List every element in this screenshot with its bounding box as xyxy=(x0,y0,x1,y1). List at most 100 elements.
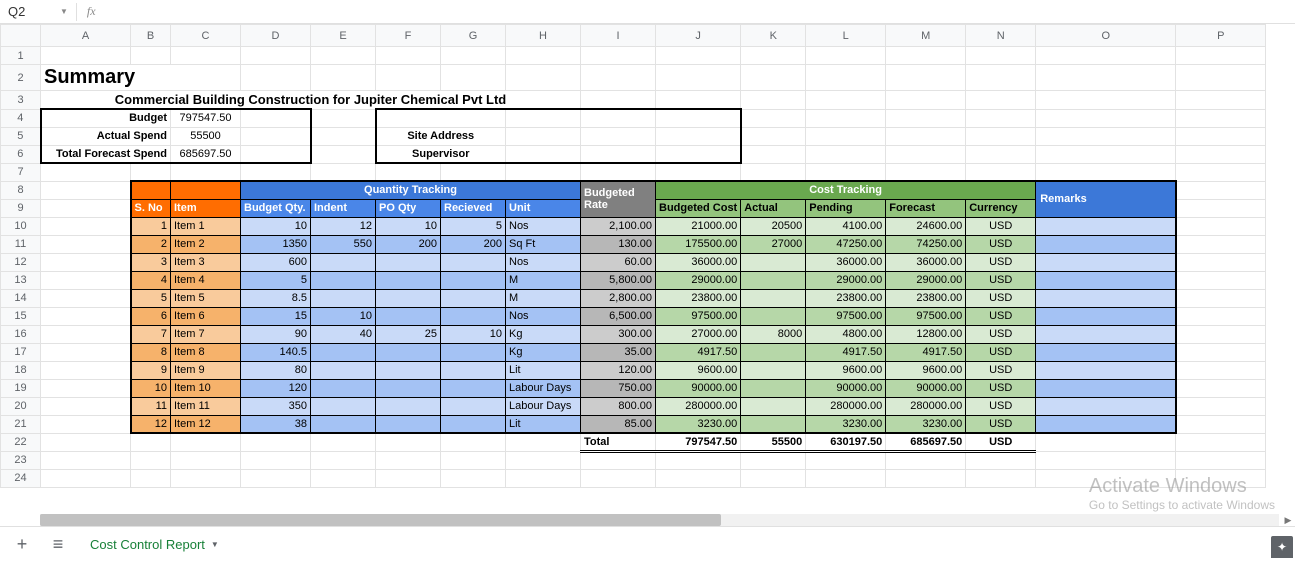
explore-button[interactable]: ✦ xyxy=(1271,536,1293,558)
cell[interactable] xyxy=(241,127,311,145)
cell[interactable] xyxy=(131,181,171,199)
add-sheet-button[interactable]: + xyxy=(8,531,36,559)
cell[interactable] xyxy=(171,469,241,487)
cell[interactable] xyxy=(171,433,241,451)
cell[interactable] xyxy=(1036,379,1176,397)
cell[interactable]: M xyxy=(506,271,581,289)
cell[interactable] xyxy=(656,91,741,110)
cell[interactable] xyxy=(886,127,966,145)
cell[interactable] xyxy=(506,47,581,65)
cell[interactable] xyxy=(581,163,656,181)
cell[interactable]: 797547.50 xyxy=(171,109,241,127)
cell[interactable]: 85.00 xyxy=(581,415,656,433)
col-header[interactable]: B xyxy=(131,25,171,47)
cell[interactable] xyxy=(311,163,376,181)
row-header[interactable]: 24 xyxy=(1,469,41,487)
cell[interactable]: 1 xyxy=(131,217,171,235)
cell[interactable]: 200 xyxy=(441,235,506,253)
cell[interactable]: 12800.00 xyxy=(886,325,966,343)
cell[interactable]: 5,800.00 xyxy=(581,271,656,289)
cell[interactable]: 4917.50 xyxy=(806,343,886,361)
cell[interactable]: 8000 xyxy=(741,325,806,343)
cell[interactable]: USD xyxy=(966,379,1036,397)
cell[interactable] xyxy=(741,451,806,469)
cell[interactable]: 2 xyxy=(131,235,171,253)
cell[interactable]: 25 xyxy=(376,325,441,343)
cell[interactable] xyxy=(506,145,581,163)
cell[interactable]: 130.00 xyxy=(581,235,656,253)
cell[interactable] xyxy=(741,469,806,487)
cell[interactable]: Sq Ft xyxy=(506,235,581,253)
cell[interactable] xyxy=(806,145,886,163)
cell[interactable]: 750.00 xyxy=(581,379,656,397)
cell[interactable]: 12 xyxy=(131,415,171,433)
cell[interactable] xyxy=(506,469,581,487)
cell[interactable] xyxy=(656,451,741,469)
cell[interactable] xyxy=(41,307,131,325)
cell[interactable]: 47250.00 xyxy=(806,235,886,253)
cell[interactable]: 280000.00 xyxy=(656,397,741,415)
cell[interactable]: 90 xyxy=(241,325,311,343)
cell[interactable]: 3230.00 xyxy=(886,415,966,433)
cell[interactable] xyxy=(741,145,806,163)
cell[interactable]: 6,500.00 xyxy=(581,307,656,325)
cell[interactable] xyxy=(171,451,241,469)
row-header[interactable]: 7 xyxy=(1,163,41,181)
spreadsheet-grid[interactable]: ABCDEFGHIJKLMNOP 12Summary3Commercial Bu… xyxy=(0,24,1295,526)
cell[interactable] xyxy=(376,289,441,307)
cell[interactable] xyxy=(1176,145,1266,163)
cell[interactable]: 600 xyxy=(241,253,311,271)
cell[interactable]: 97500.00 xyxy=(886,307,966,325)
cell[interactable]: 300.00 xyxy=(581,325,656,343)
cell[interactable]: 350 xyxy=(241,397,311,415)
cell[interactable] xyxy=(741,127,806,145)
row-header[interactable]: 8 xyxy=(1,181,41,199)
cell[interactable] xyxy=(1036,415,1176,433)
row-header[interactable]: 12 xyxy=(1,253,41,271)
cell[interactable] xyxy=(41,361,131,379)
cell[interactable]: Forecast xyxy=(886,199,966,217)
cell[interactable] xyxy=(41,199,131,217)
cell[interactable] xyxy=(441,47,506,65)
cell[interactable] xyxy=(41,469,131,487)
cell[interactable] xyxy=(311,343,376,361)
cell[interactable]: Item 6 xyxy=(171,307,241,325)
cell[interactable]: Kg xyxy=(506,325,581,343)
cell[interactable] xyxy=(581,47,656,65)
row-header[interactable]: 17 xyxy=(1,343,41,361)
cell[interactable] xyxy=(441,289,506,307)
cell[interactable]: Labour Days xyxy=(506,379,581,397)
cell[interactable] xyxy=(1176,325,1266,343)
cell[interactable] xyxy=(376,253,441,271)
cell[interactable] xyxy=(966,109,1036,127)
cell[interactable] xyxy=(311,361,376,379)
cell[interactable]: Actual xyxy=(741,199,806,217)
cell[interactable] xyxy=(656,127,741,145)
cell[interactable] xyxy=(741,109,806,127)
row-header[interactable]: 9 xyxy=(1,199,41,217)
cell[interactable] xyxy=(656,145,741,163)
cell[interactable] xyxy=(1176,469,1266,487)
cell[interactable] xyxy=(581,91,656,110)
cell[interactable] xyxy=(886,469,966,487)
cell[interactable]: 5 xyxy=(241,271,311,289)
cell[interactable] xyxy=(1036,343,1176,361)
cell[interactable]: Item 3 xyxy=(171,253,241,271)
cell[interactable] xyxy=(241,433,311,451)
cell[interactable] xyxy=(506,163,581,181)
cell[interactable]: 23800.00 xyxy=(656,289,741,307)
cell[interactable] xyxy=(241,47,311,65)
cell[interactable]: Lit xyxy=(506,415,581,433)
fx-icon[interactable]: fx xyxy=(79,4,104,19)
cell[interactable] xyxy=(311,109,376,127)
cell[interactable] xyxy=(806,451,886,469)
cell[interactable]: 15 xyxy=(241,307,311,325)
cell[interactable] xyxy=(311,289,376,307)
cell[interactable]: USD xyxy=(966,271,1036,289)
cell[interactable]: Nos xyxy=(506,253,581,271)
cell[interactable] xyxy=(376,343,441,361)
cell[interactable] xyxy=(441,163,506,181)
col-header[interactable]: P xyxy=(1176,25,1266,47)
cell[interactable] xyxy=(1036,469,1176,487)
cell[interactable] xyxy=(886,109,966,127)
